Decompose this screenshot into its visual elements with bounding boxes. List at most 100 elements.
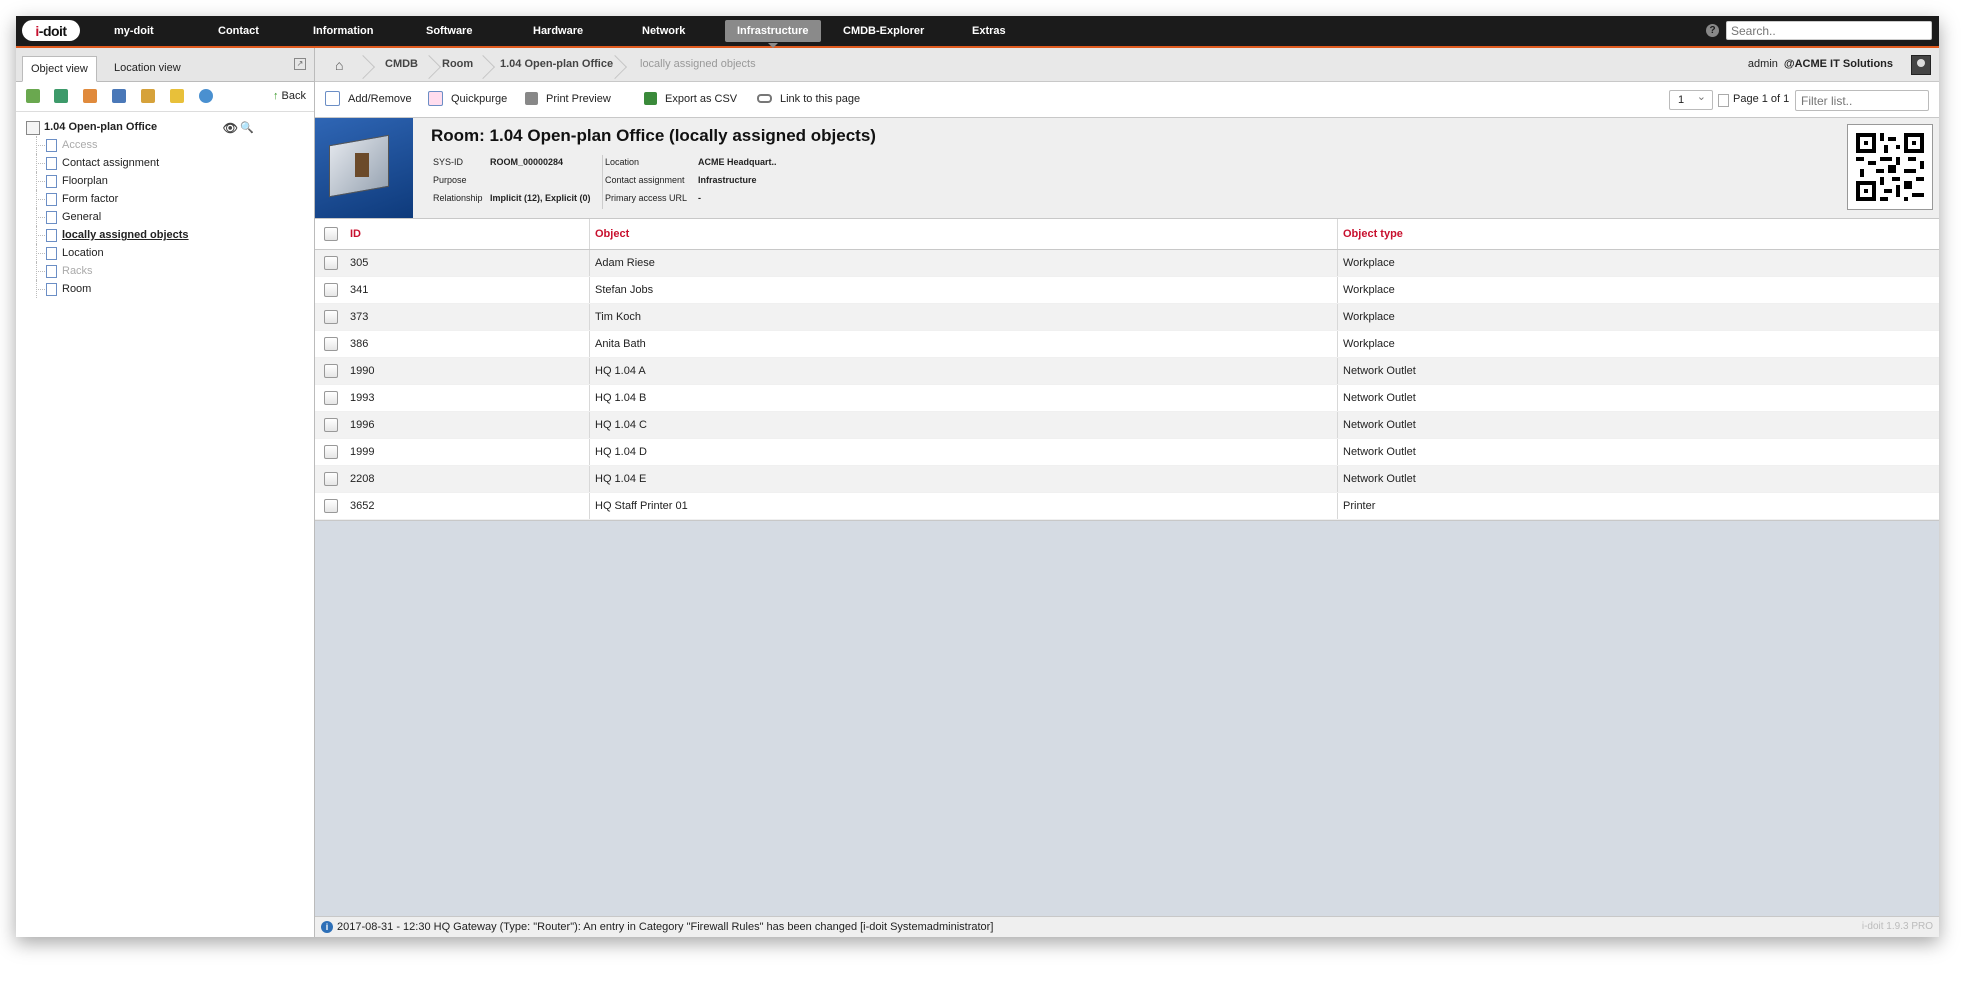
cell-object[interactable]: HQ 1.04 D bbox=[595, 439, 647, 465]
home-icon[interactable]: ⌂ bbox=[335, 57, 343, 73]
cell-object[interactable]: HQ 1.04 B bbox=[595, 385, 646, 411]
shield-icon[interactable] bbox=[170, 89, 184, 103]
book-icon[interactable] bbox=[112, 89, 126, 103]
row-checkbox[interactable] bbox=[324, 283, 338, 297]
tree-item-general[interactable]: General bbox=[24, 208, 304, 226]
table-row[interactable]: 1999 HQ 1.04 D Network Outlet bbox=[315, 439, 1939, 466]
status-message[interactable]: 2017-08-31 - 12:30 HQ Gateway (Type: "Ro… bbox=[337, 917, 993, 937]
row-checkbox[interactable] bbox=[324, 256, 338, 270]
tree-item-contact-assignment[interactable]: Contact assignment bbox=[24, 154, 304, 172]
table-row[interactable]: 1996 HQ 1.04 C Network Outlet bbox=[315, 412, 1939, 439]
table-row[interactable]: 3652 HQ Staff Printer 01 Printer bbox=[315, 493, 1939, 520]
table-row[interactable]: 386 Anita Bath Workplace bbox=[315, 331, 1939, 358]
row-checkbox[interactable] bbox=[324, 310, 338, 324]
filter-input[interactable] bbox=[1795, 90, 1929, 111]
nav-item-cmdb-explorer[interactable]: CMDB-Explorer bbox=[831, 20, 936, 42]
expand-icon[interactable] bbox=[54, 89, 68, 103]
qr-code-graphic bbox=[1856, 133, 1924, 201]
qr-code[interactable] bbox=[1847, 124, 1933, 210]
tree-item-room[interactable]: Room bbox=[24, 280, 304, 298]
add-page-icon bbox=[325, 90, 340, 106]
location-value[interactable]: ACME Headquart.. bbox=[698, 157, 777, 167]
lock-icon[interactable] bbox=[141, 89, 155, 103]
table-row[interactable]: 373 Tim Koch Workplace bbox=[315, 304, 1939, 331]
column-header-object[interactable]: Object bbox=[595, 219, 629, 249]
avatar[interactable] bbox=[1911, 55, 1931, 75]
eye-icon[interactable]: 👁 bbox=[223, 119, 238, 137]
table-row[interactable]: 341 Stefan Jobs Workplace bbox=[315, 277, 1939, 304]
row-checkbox[interactable] bbox=[324, 364, 338, 378]
cell-object[interactable]: Tim Koch bbox=[595, 304, 641, 330]
row-checkbox[interactable] bbox=[324, 499, 338, 513]
tree-root[interactable]: 1.04 Open-plan Office 👁 🔍 bbox=[24, 118, 304, 136]
table-row[interactable]: 305 Adam Riese Workplace bbox=[315, 250, 1939, 277]
nav-item-contact[interactable]: Contact bbox=[206, 20, 271, 42]
tab-object-view[interactable]: Object view bbox=[22, 56, 97, 82]
cell-object[interactable]: HQ Staff Printer 01 bbox=[595, 493, 688, 519]
magnifier-icon[interactable]: 🔍 bbox=[240, 119, 254, 137]
i-doit-logo[interactable]: i-doit bbox=[22, 20, 80, 41]
breadcrumb-room[interactable]: Room bbox=[442, 48, 473, 81]
field-label: Primary access URL bbox=[605, 193, 688, 203]
cell-object-type: Network Outlet bbox=[1343, 365, 1416, 377]
row-checkbox[interactable] bbox=[324, 472, 338, 486]
objects-table: ID Object Object type 305 Adam Riese Workp… bbox=[315, 219, 1939, 521]
page-icon bbox=[46, 283, 57, 296]
search-input[interactable] bbox=[1726, 21, 1932, 40]
row-checkbox[interactable] bbox=[324, 337, 338, 351]
tree-item-racks[interactable]: Racks bbox=[24, 262, 304, 280]
cell-id: 3652 bbox=[350, 500, 375, 512]
divider bbox=[602, 155, 603, 209]
column-header-object-type[interactable]: Object type bbox=[1343, 219, 1403, 249]
help-icon[interactable]: ? bbox=[1706, 24, 1719, 37]
page-select[interactable]: 1 bbox=[1669, 88, 1713, 110]
table-row[interactable]: 1990 HQ 1.04 A Network Outlet bbox=[315, 358, 1939, 385]
main-content: ⌂ CMDB Room 1.04 Open-plan Office locall… bbox=[315, 48, 1939, 937]
column-header-id[interactable]: ID bbox=[350, 219, 361, 249]
export-csv-button[interactable]: Export as CSV bbox=[644, 82, 737, 117]
add-remove-button[interactable]: Add/Remove bbox=[325, 82, 412, 117]
cell-object[interactable]: Anita Bath bbox=[595, 331, 646, 357]
url-value: - bbox=[698, 193, 701, 203]
back-button[interactable]: ↑ Back bbox=[273, 88, 306, 104]
cell-object[interactable]: HQ 1.04 E bbox=[595, 466, 646, 492]
cell-object[interactable]: HQ 1.04 C bbox=[595, 412, 647, 438]
room-image bbox=[315, 118, 413, 218]
row-checkbox[interactable] bbox=[324, 391, 338, 405]
contact-value[interactable]: Infrastructure bbox=[698, 175, 757, 185]
nav-item-information[interactable]: Information bbox=[301, 20, 386, 42]
user-info[interactable]: admin @ACME IT Solutions bbox=[1748, 48, 1893, 81]
tree-item-locally-assigned-objects[interactable]: locally assigned objects bbox=[24, 226, 304, 244]
nav-item-hardware[interactable]: Hardware bbox=[521, 20, 595, 42]
cell-object[interactable]: Adam Riese bbox=[595, 250, 655, 276]
nav-item-network[interactable]: Network bbox=[630, 20, 697, 42]
row-checkbox[interactable] bbox=[324, 418, 338, 432]
select-all-checkbox[interactable] bbox=[324, 227, 338, 241]
row-checkbox[interactable] bbox=[324, 445, 338, 459]
tree-item-location[interactable]: Location bbox=[24, 244, 304, 262]
cell-object[interactable]: Stefan Jobs bbox=[595, 277, 653, 303]
globe-icon[interactable] bbox=[199, 89, 213, 103]
nav-item-infrastructure[interactable]: Infrastructure bbox=[725, 20, 821, 48]
tree-item-floorplan[interactable]: Floorplan bbox=[24, 172, 304, 190]
breadcrumb-cmdb[interactable]: CMDB bbox=[385, 48, 418, 81]
tree-item-form-factor[interactable]: Form factor bbox=[24, 190, 304, 208]
popout-icon[interactable]: ↗ bbox=[294, 58, 306, 70]
quickpurge-button[interactable]: Quickpurge bbox=[428, 82, 507, 117]
page-icon bbox=[46, 157, 57, 170]
tree-item-label: Form factor bbox=[62, 193, 119, 205]
print-preview-button[interactable]: Print Preview bbox=[525, 82, 611, 117]
nav-item-extras[interactable]: Extras bbox=[960, 20, 1018, 42]
tree-item-access[interactable]: Access bbox=[24, 136, 304, 154]
cell-object[interactable]: HQ 1.04 A bbox=[595, 358, 646, 384]
table-row[interactable]: 2208 HQ 1.04 E Network Outlet bbox=[315, 466, 1939, 493]
nav-item-my-doit[interactable]: my-doit bbox=[102, 20, 166, 42]
table-row[interactable]: 1993 HQ 1.04 B Network Outlet bbox=[315, 385, 1939, 412]
report-icon[interactable] bbox=[83, 89, 97, 103]
breadcrumb-object[interactable]: 1.04 Open-plan Office bbox=[500, 48, 613, 81]
link-to-page-button[interactable]: Link to this page bbox=[757, 82, 860, 117]
tab-location-view[interactable]: Location view bbox=[106, 56, 189, 80]
tree-icon[interactable] bbox=[26, 89, 40, 103]
nav-item-software[interactable]: Software bbox=[414, 20, 484, 42]
add-remove-label: Add/Remove bbox=[348, 93, 412, 105]
